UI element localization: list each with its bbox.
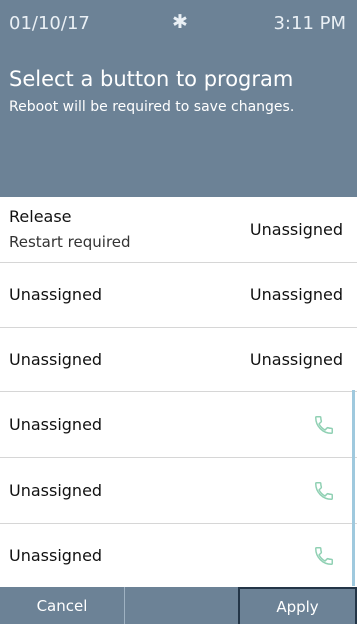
bluetooth-icon: ✱ (172, 11, 188, 33)
status-date: 01/10/17 (9, 13, 90, 34)
list-item[interactable]: Unassigned (0, 392, 357, 458)
row-label: Unassigned (9, 546, 103, 565)
page-subtitle: Reboot will be required to save changes. (9, 99, 295, 115)
button-list: Release Restart required Unassigned Unas… (0, 197, 357, 587)
status-time: 3:11 PM (273, 13, 346, 34)
list-item[interactable]: Unassigned Unassigned (0, 328, 357, 392)
list-item-release[interactable]: Release Restart required Unassigned (0, 197, 357, 263)
scrollbar[interactable] (352, 390, 355, 586)
row-assignment: Unassigned (249, 350, 343, 369)
phone-icon (315, 547, 333, 565)
row-assignment: Unassigned (249, 220, 343, 239)
program-buttons-screen: 01/10/17 ✱ 3:11 PM Select a button to pr… (0, 0, 357, 624)
row-assignment: Unassigned (249, 285, 343, 304)
status-bar: 01/10/17 ✱ 3:11 PM (0, 0, 357, 42)
cancel-button[interactable]: Cancel (0, 587, 124, 624)
phone-icon (315, 416, 333, 434)
row-label: Release (9, 207, 72, 226)
list-item[interactable]: Unassigned (0, 458, 357, 524)
row-sublabel: Restart required (9, 233, 131, 251)
row-label: Unassigned (9, 350, 103, 369)
phone-icon (315, 482, 333, 500)
list-item[interactable]: Unassigned (0, 524, 357, 587)
empty-softkey[interactable] (124, 587, 240, 624)
page-title: Select a button to program (9, 67, 294, 91)
apply-button[interactable]: Apply (238, 587, 357, 624)
bottom-action-bar: Cancel Apply (0, 587, 357, 624)
header: 01/10/17 ✱ 3:11 PM Select a button to pr… (0, 0, 357, 197)
row-label: Unassigned (9, 415, 103, 434)
list-item[interactable]: Unassigned Unassigned (0, 263, 357, 328)
row-label: Unassigned (9, 481, 103, 500)
row-label: Unassigned (9, 285, 103, 304)
